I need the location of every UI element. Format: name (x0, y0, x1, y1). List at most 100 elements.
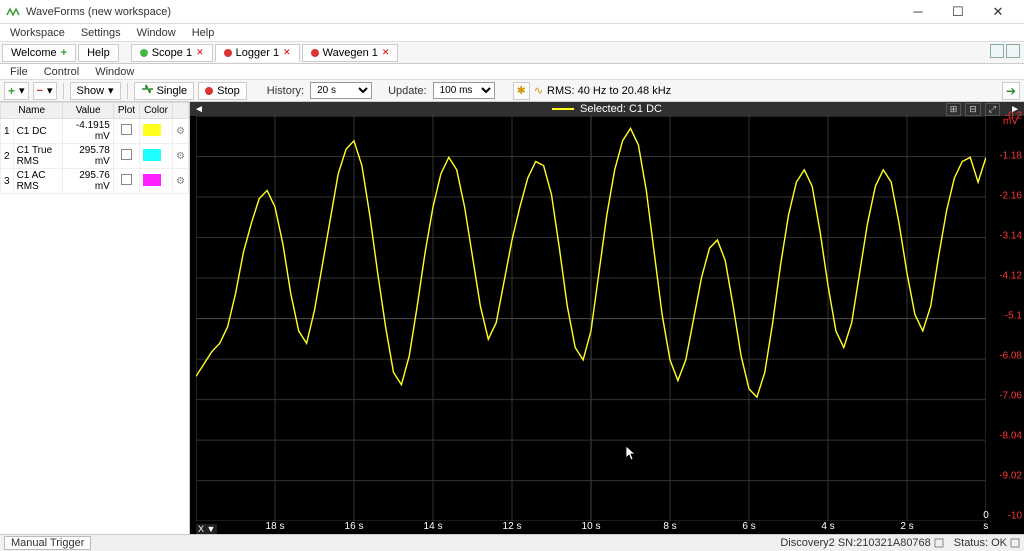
settings-gear-button[interactable]: ✱ (513, 82, 530, 100)
tab-wavegen[interactable]: Wavegen 1 ✕ (302, 44, 399, 62)
selected-label: Selected: C1 DC (580, 103, 662, 115)
stop-icon (205, 87, 213, 95)
show-button[interactable]: Show▾ (70, 82, 121, 100)
record-icon (224, 49, 232, 57)
plot-opt-3[interactable]: ⤢ (985, 103, 1000, 116)
gear-icon[interactable]: ⚙ (176, 151, 185, 162)
plot-opt-2[interactable]: ⊟ (965, 103, 981, 116)
tab-help[interactable]: Help (78, 44, 119, 62)
menu-window[interactable]: Window (129, 25, 184, 41)
status-icon (1010, 538, 1020, 548)
menu-settings[interactable]: Settings (73, 25, 129, 41)
arrow-right-icon: ➔ (1006, 84, 1016, 98)
color-swatch[interactable] (143, 124, 161, 136)
sub-menubar: File Control Window (0, 64, 1024, 80)
menu-window-sub[interactable]: Window (87, 65, 142, 79)
gear-icon: ✱ (517, 84, 526, 97)
y-tick: -1.18 (999, 151, 1022, 162)
color-swatch[interactable] (143, 174, 161, 186)
tab-label: Welcome (11, 47, 57, 59)
wave-icon: ∿ (534, 84, 543, 97)
app-icon (6, 5, 20, 19)
plot-area[interactable]: ◄ Selected: C1 DC ⊞ ⊟ ⤢ ► mV -0.2-1.18-2… (190, 102, 1024, 534)
single-label: Single (157, 85, 188, 97)
export-button[interactable]: ➔ (1002, 82, 1020, 100)
layout-button-2[interactable] (1006, 44, 1020, 58)
col-value[interactable]: Value (63, 103, 113, 119)
y-tick: -8.04 (999, 431, 1022, 442)
x-tick: 0 s (983, 510, 989, 532)
tab-welcome[interactable]: Welcome + (2, 44, 76, 62)
status-text: Status: OK (954, 537, 1007, 549)
plot-canvas[interactable] (196, 116, 986, 516)
device-info: Discovery2 SN:210321A80768 (780, 537, 943, 549)
single-icon (141, 84, 153, 97)
history-label: History: (265, 85, 306, 97)
channel-name: C1 True RMS (13, 144, 63, 169)
plot-checkbox[interactable] (121, 124, 132, 135)
record-icon (311, 49, 319, 57)
channel-value: -4.1915 mV (63, 119, 113, 144)
tab-scope[interactable]: Scope 1 ✕ (131, 44, 213, 62)
color-swatch[interactable] (143, 149, 161, 161)
x-tick: 16 s (345, 521, 364, 532)
x-tick: 8 s (663, 521, 676, 532)
table-row[interactable]: 1 C1 DC -4.1915 mV ⚙ (1, 119, 189, 144)
x-tick: 6 s (742, 521, 755, 532)
col-color[interactable]: Color (140, 103, 173, 119)
col-plot[interactable]: Plot (113, 103, 139, 119)
tab-label: Logger 1 (236, 47, 279, 59)
close-icon[interactable]: ✕ (382, 47, 390, 58)
channel-value: 295.76 mV (63, 169, 113, 194)
col-name[interactable]: Name (1, 103, 63, 119)
remove-button[interactable]: −▾ (33, 82, 57, 100)
table-row[interactable]: 2 C1 True RMS 295.78 mV ⚙ (1, 144, 189, 169)
single-button[interactable]: Single (134, 82, 195, 100)
rms-info: ∿ RMS: 40 Hz to 20.48 kHz (534, 84, 671, 97)
menu-workspace[interactable]: Workspace (2, 25, 73, 41)
plot-checkbox[interactable] (121, 149, 132, 160)
table-row[interactable]: 3 C1 AC RMS 295.76 mV ⚙ (1, 169, 189, 194)
chip-icon (934, 538, 944, 548)
x-tick: 18 s (266, 521, 285, 532)
channel-name: C1 DC (13, 119, 63, 144)
y-tick: -9.02 (999, 471, 1022, 482)
update-label: Update: (386, 85, 429, 97)
plot-checkbox[interactable] (121, 174, 132, 185)
device-text: Discovery2 SN:210321A80768 (780, 537, 930, 549)
x-tick: 4 s (821, 521, 834, 532)
tab-label: Help (87, 47, 110, 59)
close-button[interactable]: ✕ (978, 0, 1018, 24)
x-tick: 2 s (900, 521, 913, 532)
scroll-left-icon[interactable]: ◄ (190, 104, 208, 115)
x-axis: X ▼ 18 s16 s14 s12 s10 s8 s6 s4 s2 s0 s (196, 518, 986, 534)
menu-help[interactable]: Help (184, 25, 223, 41)
x-tick: 10 s (582, 521, 601, 532)
gear-icon[interactable]: ⚙ (176, 126, 185, 137)
layout-button-1[interactable] (990, 44, 1004, 58)
menu-file[interactable]: File (2, 65, 36, 79)
channel-panel: Name Value Plot Color 1 C1 DC -4.1915 mV… (0, 102, 190, 534)
maximize-button[interactable]: ☐ (938, 0, 978, 24)
separator (63, 83, 64, 99)
menu-control[interactable]: Control (36, 65, 87, 79)
close-icon[interactable]: ✕ (196, 47, 204, 58)
close-icon[interactable]: ✕ (283, 47, 291, 58)
tab-logger[interactable]: Logger 1 ✕ (215, 44, 300, 62)
gear-icon[interactable]: ⚙ (176, 176, 185, 187)
stop-button[interactable]: Stop (198, 82, 247, 100)
minimize-button[interactable]: ─ (898, 0, 938, 24)
history-select[interactable]: 20 s (310, 82, 372, 99)
y-tick: -6.08 (999, 351, 1022, 362)
x-axis-menu[interactable]: X ▼ (196, 524, 217, 534)
update-select[interactable]: 100 ms (433, 82, 495, 99)
trace-color-indicator (552, 108, 574, 110)
add-button[interactable]: +▾ (4, 82, 29, 100)
plot-opt-1[interactable]: ⊞ (946, 103, 962, 116)
x-tick: 14 s (424, 521, 443, 532)
show-label: Show (77, 85, 105, 97)
toolbar: +▾ −▾ Show▾ Single Stop History: 20 s Up… (0, 80, 1024, 102)
row-index: 1 (1, 119, 14, 144)
manual-trigger-button[interactable]: Manual Trigger (4, 536, 91, 550)
y-tick: -5.1 (1005, 311, 1022, 322)
